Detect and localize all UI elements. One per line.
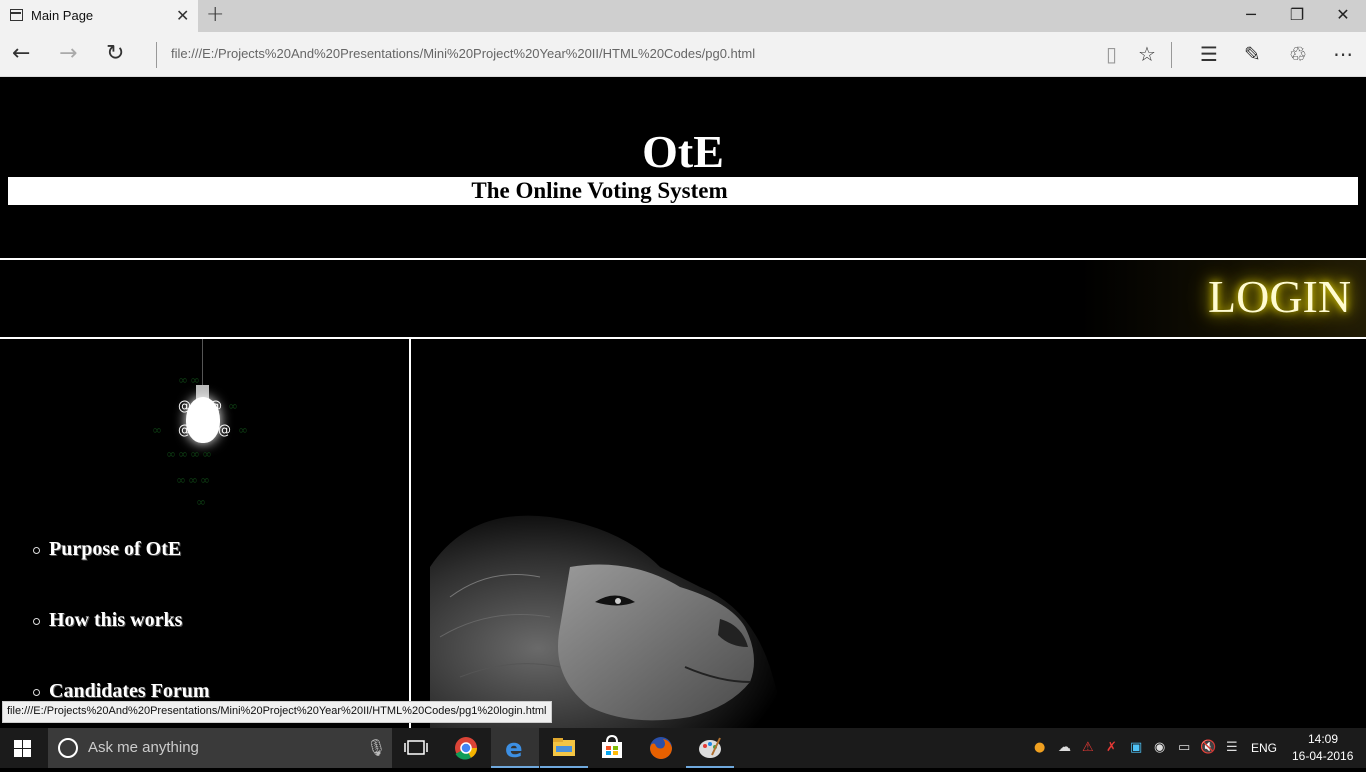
chrome-icon[interactable]: [442, 728, 490, 768]
clock-date[interactable]: 16-04-2016: [1292, 749, 1353, 763]
close-tab-icon[interactable]: ✕: [176, 6, 189, 25]
menu-item-label: Purpose of OtE: [49, 538, 182, 560]
refresh-icon[interactable]: ↻: [106, 41, 124, 66]
forward-arrow-icon[interactable]: →: [59, 41, 77, 66]
store-icon[interactable]: [588, 728, 636, 768]
new-tab-icon[interactable]: +: [206, 2, 224, 27]
page-icon: [10, 9, 23, 21]
language-indicator[interactable]: ENG: [1251, 741, 1277, 755]
page-content: OtE The Online Voting System LOGIN ∞∞ @ …: [0, 77, 1366, 728]
address-bar[interactable]: file:///E:/Projects%20And%20Presentation…: [171, 46, 755, 61]
minimize-icon[interactable]: ─: [1228, 5, 1274, 24]
site-subtitle: The Online Voting System: [471, 178, 728, 203]
cortana-icon: [58, 738, 78, 758]
reading-view-icon[interactable]: ▯: [1106, 42, 1117, 66]
security-icon[interactable]: ✗: [1106, 740, 1117, 755]
volume-mute-icon[interactable]: 🔇: [1200, 740, 1216, 755]
column-divider: [409, 339, 411, 728]
login-link[interactable]: LOGIN: [1208, 270, 1351, 323]
browser-tab[interactable]: Main Page ✕: [0, 0, 198, 32]
windows-start-icon[interactable]: [14, 740, 32, 757]
menu-item-purpose[interactable]: Purpose of OtE: [33, 538, 181, 561]
navigation-bar: ← → ↻ file:///E:/Projects%20And%20Presen…: [0, 32, 1366, 77]
clock-time[interactable]: 14:09: [1308, 732, 1338, 746]
restore-icon[interactable]: ❐: [1274, 5, 1320, 24]
back-arrow-icon[interactable]: ←: [12, 41, 30, 66]
cloud-icon[interactable]: ☁: [1058, 740, 1071, 755]
camera-icon[interactable]: ◉: [1154, 740, 1165, 755]
bulb-swirl: @: [178, 399, 191, 414]
file-explorer-icon[interactable]: [540, 728, 588, 768]
bulb-swirl: @: [218, 423, 231, 438]
bullet-icon: [33, 617, 40, 625]
bulb-swirl: @: [178, 423, 191, 438]
bullet-icon: [33, 688, 40, 696]
action-center-icon[interactable]: ☰: [1226, 740, 1238, 755]
hub-icon[interactable]: ☰: [1200, 42, 1218, 66]
url-separator: [156, 42, 157, 68]
star-icon[interactable]: ☆: [1138, 42, 1156, 66]
network-tool-icon[interactable]: ▣: [1130, 740, 1142, 755]
web-note-icon[interactable]: ✎: [1244, 42, 1261, 66]
divider-bottom: [0, 337, 1366, 339]
menu-item-how-it-works[interactable]: How this works: [33, 609, 182, 632]
task-view-icon[interactable]: [392, 728, 440, 768]
bulb-ray: ∞∞: [178, 373, 202, 387]
bullet-icon: [33, 546, 40, 554]
toolbar-separator: [1171, 42, 1172, 68]
lion-image: [430, 515, 788, 728]
menu-item-label: How this works: [49, 609, 183, 631]
site-logo: OtE: [642, 126, 724, 177]
bulb-ray: ∞∞∞: [176, 473, 212, 487]
cortana-search-box[interactable]: Ask me anything 🎙: [48, 728, 392, 768]
edge-icon[interactable]: e: [491, 728, 539, 768]
bulb-swirl: @: [209, 399, 222, 414]
taskbar: Ask me anything 🎙 e ● ☁ ⚠ ✗ ▣ ◉ ▭ 🔇 ☰ EN…: [0, 728, 1366, 768]
more-icon[interactable]: ⋯: [1333, 42, 1353, 66]
menu-item-candidates-forum[interactable]: Candidates Forum: [33, 680, 210, 703]
battery-icon[interactable]: ▭: [1178, 740, 1190, 755]
menu-item-label: Candidates Forum: [49, 680, 210, 702]
bulb-ray: ∞: [228, 399, 240, 413]
search-placeholder: Ask me anything: [88, 739, 199, 756]
bulb-ray: ∞: [152, 423, 164, 437]
microphone-icon[interactable]: 🎙: [366, 738, 386, 757]
tab-title: Main Page: [31, 8, 94, 23]
svg-text:e: e: [505, 734, 523, 764]
close-window-icon[interactable]: ✕: [1320, 5, 1366, 24]
bulb-wire: [202, 339, 203, 387]
subtitle-bar: The Online Voting System: [8, 177, 1358, 205]
antivirus-icon[interactable]: ⚠: [1082, 740, 1094, 755]
share-icon[interactable]: ♲: [1289, 42, 1307, 66]
bulb-ray: ∞∞∞∞: [166, 447, 214, 461]
update-icon[interactable]: ●: [1034, 740, 1045, 755]
status-link-preview: file:///E:/Projects%20And%20Presentation…: [2, 701, 552, 723]
bulb-ray: ∞: [196, 495, 208, 509]
firefox-icon[interactable]: [637, 728, 685, 768]
paint-icon[interactable]: [686, 728, 734, 768]
browser-tab-bar: Main Page ✕ + ─ ❐ ✕: [0, 0, 1366, 32]
bulb-ray: ∞: [238, 423, 250, 437]
